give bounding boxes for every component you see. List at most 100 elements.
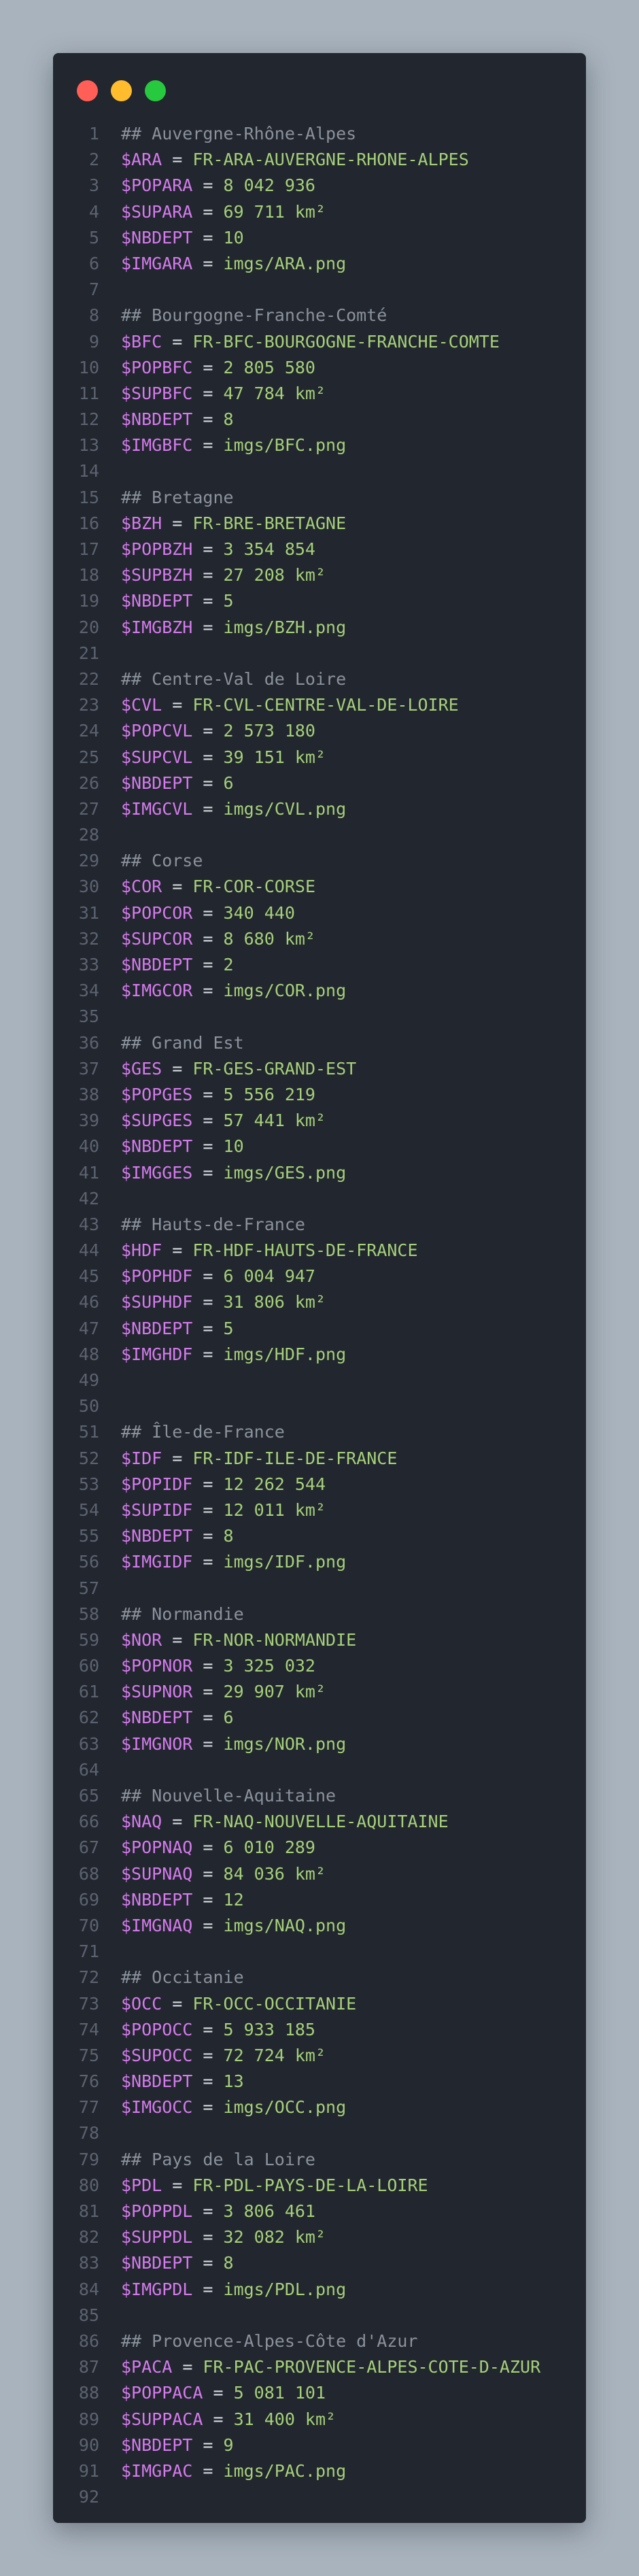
code-line[interactable]: 55 $NBDEPT = 8: [53, 1523, 586, 1549]
code-line[interactable]: 15 ## Bretagne: [53, 485, 586, 511]
code-line[interactable]: 87 $PACA = FR-PAC-PROVENCE-ALPES-COTE-D-A…: [53, 2354, 586, 2380]
code-line[interactable]: 84 $IMGPDL = imgs/PDL.png: [53, 2277, 586, 2303]
code-line[interactable]: 12 $NBDEPT = 8: [53, 407, 586, 433]
code-line[interactable]: 89 $SUPPACA = 31 400 km²: [53, 2407, 586, 2433]
code-line[interactable]: 58 ## Normandie: [53, 1601, 586, 1627]
code-line[interactable]: 19 $NBDEPT = 5: [53, 588, 586, 614]
code-line[interactable]: 88 $POPPACA = 5 081 101: [53, 2380, 586, 2406]
code-line[interactable]: 83 $NBDEPT = 8: [53, 2250, 586, 2276]
code-line[interactable]: 13 $IMGBFC = imgs/BFC.png: [53, 433, 586, 458]
code-line[interactable]: 79 ## Pays de la Loire: [53, 2147, 586, 2173]
code-line[interactable]: 70 $IMGNAQ = imgs/NAQ.png: [53, 1913, 586, 1939]
code-line[interactable]: 50: [53, 1393, 586, 1419]
code-line[interactable]: 63 $IMGNOR = imgs/NOR.png: [53, 1731, 586, 1757]
code-line[interactable]: 32 $SUPCOR = 8 680 km²: [53, 926, 586, 952]
code-line[interactable]: 10 $POPBFC = 2 805 580: [53, 355, 586, 381]
code-line[interactable]: 37 $GES = FR-GES-GRAND-EST: [53, 1056, 586, 1082]
code-line[interactable]: 77 $IMGOCC = imgs/OCC.png: [53, 2095, 586, 2120]
minimize-window-button[interactable]: [111, 80, 132, 101]
code-line[interactable]: 66 $NAQ = FR-NAQ-NOUVELLE-AQUITAINE: [53, 1809, 586, 1835]
code-line[interactable]: 30 $COR = FR-COR-CORSE: [53, 874, 586, 900]
code-line[interactable]: 40 $NBDEPT = 10: [53, 1134, 586, 1159]
code-line[interactable]: 17 $POPBZH = 3 354 854: [53, 537, 586, 562]
code-line[interactable]: 75 $SUPOCC = 72 724 km²: [53, 2043, 586, 2069]
code-line[interactable]: 38 $POPGES = 5 556 219: [53, 1082, 586, 1108]
code-line[interactable]: 45 $POPHDF = 6 004 947: [53, 1264, 586, 1289]
code-line[interactable]: 86 ## Provence-Alpes-Côte d'Azur: [53, 2328, 586, 2354]
code-line[interactable]: 48 $IMGHDF = imgs/HDF.png: [53, 1342, 586, 1368]
code-line[interactable]: 34 $IMGCOR = imgs/COR.png: [53, 978, 586, 1004]
code-line[interactable]: 35: [53, 1004, 586, 1030]
code-line[interactable]: 8 ## Bourgogne-Franche-Comté: [53, 303, 586, 328]
code-line[interactable]: 31 $POPCOR = 340 440: [53, 900, 586, 926]
code-line[interactable]: 54 $SUPIDF = 12 011 km²: [53, 1497, 586, 1523]
code-line[interactable]: 71: [53, 1939, 586, 1965]
code-line[interactable]: 53 $POPIDF = 12 262 544: [53, 1472, 586, 1497]
code-line[interactable]: 91 $IMGPAC = imgs/PAC.png: [53, 2458, 586, 2484]
code-line[interactable]: 80 $PDL = FR-PDL-PAYS-DE-LA-LOIRE: [53, 2173, 586, 2199]
code-line[interactable]: 3 $POPARA = 8 042 936: [53, 173, 586, 199]
code-line[interactable]: 56 $IMGIDF = imgs/IDF.png: [53, 1549, 586, 1575]
code-line[interactable]: 90 $NBDEPT = 9: [53, 2433, 586, 2458]
code-line[interactable]: 7: [53, 277, 586, 303]
code-line[interactable]: 47 $NBDEPT = 5: [53, 1316, 586, 1342]
code-line[interactable]: 41 $IMGGES = imgs/GES.png: [53, 1160, 586, 1186]
code-line[interactable]: 33 $NBDEPT = 2: [53, 952, 586, 978]
code-line[interactable]: 6 $IMGARA = imgs/ARA.png: [53, 251, 586, 277]
code-line[interactable]: 81 $POPPDL = 3 806 461: [53, 2199, 586, 2224]
maximize-window-button[interactable]: [145, 80, 166, 101]
code-line[interactable]: 39 $SUPGES = 57 441 km²: [53, 1108, 586, 1134]
code-line[interactable]: 29 ## Corse: [53, 848, 586, 874]
code-line[interactable]: 44 $HDF = FR-HDF-HAUTS-DE-FRANCE: [53, 1238, 586, 1264]
code-line[interactable]: 16 $BZH = FR-BRE-BRETAGNE: [53, 511, 586, 537]
code-line[interactable]: 59 $NOR = FR-NOR-NORMANDIE: [53, 1627, 586, 1653]
assignment-operator: =: [192, 1474, 224, 1494]
code-line[interactable]: 27 $IMGCVL = imgs/CVL.png: [53, 796, 586, 822]
code-line[interactable]: 20 $IMGBZH = imgs/BZH.png: [53, 615, 586, 641]
code-line[interactable]: 76 $NBDEPT = 13: [53, 2069, 586, 2095]
code-line[interactable]: 61 $SUPNOR = 29 907 km²: [53, 1679, 586, 1705]
code-line[interactable]: 64: [53, 1757, 586, 1783]
code-line[interactable]: 14: [53, 458, 586, 484]
code-line[interactable]: 9 $BFC = FR-BFC-BOURGOGNE-FRANCHE-COMTE: [53, 329, 586, 355]
code-line[interactable]: 69 $NBDEPT = 12: [53, 1887, 586, 1913]
code-line[interactable]: 74 $POPOCC = 5 933 185: [53, 2017, 586, 2043]
line-number: 21: [78, 643, 99, 663]
assignment-operator: =: [162, 1058, 193, 1079]
code-line[interactable]: 5 $NBDEPT = 10: [53, 225, 586, 251]
code-line[interactable]: 57: [53, 1576, 586, 1601]
code-line[interactable]: 36 ## Grand Est: [53, 1030, 586, 1056]
code-line[interactable]: 92: [53, 2484, 586, 2510]
code-line[interactable]: 52 $IDF = FR-IDF-ILE-DE-FRANCE: [53, 1446, 586, 1472]
code-line[interactable]: 1 ## Auvergne-Rhône-Alpes: [53, 121, 586, 147]
code-line[interactable]: 2 $ARA = FR-ARA-AUVERGNE-RHONE-ALPES: [53, 147, 586, 173]
code-line[interactable]: 82 $SUPPDL = 32 082 km²: [53, 2224, 586, 2250]
code-line[interactable]: 24 $POPCVL = 2 573 180: [53, 718, 586, 744]
code-line[interactable]: 60 $POPNOR = 3 325 032: [53, 1653, 586, 1679]
code-line[interactable]: 28: [53, 822, 586, 848]
code-line[interactable]: 49: [53, 1368, 586, 1393]
code-line[interactable]: 85: [53, 2303, 586, 2328]
line-number: 74: [78, 2019, 99, 2039]
code-line[interactable]: 25 $SUPCVL = 39 151 km²: [53, 745, 586, 770]
code-line[interactable]: 62 $NBDEPT = 6: [53, 1705, 586, 1731]
code-area[interactable]: 1 ## Auvergne-Rhône-Alpes 2 $ARA = FR-ARA-A…: [53, 121, 586, 2510]
code-line[interactable]: 18 $SUPBZH = 27 208 km²: [53, 562, 586, 588]
code-line[interactable]: 65 ## Nouvelle-Aquitaine: [53, 1783, 586, 1809]
code-line[interactable]: 23 $CVL = FR-CVL-CENTRE-VAL-DE-LOIRE: [53, 692, 586, 718]
close-window-button[interactable]: [77, 80, 98, 101]
code-line[interactable]: 26 $NBDEPT = 6: [53, 770, 586, 796]
code-line[interactable]: 11 $SUPBFC = 47 784 km²: [53, 381, 586, 407]
code-line[interactable]: 21: [53, 641, 586, 666]
code-line[interactable]: 68 $SUPNAQ = 84 036 km²: [53, 1861, 586, 1887]
code-line[interactable]: 78: [53, 2120, 586, 2146]
code-line[interactable]: 4 $SUPARA = 69 711 km²: [53, 199, 586, 225]
code-line[interactable]: 42: [53, 1186, 586, 1212]
code-line[interactable]: 43 ## Hauts-de-France: [53, 1212, 586, 1238]
code-line[interactable]: 51 ## Île-de-France: [53, 1419, 586, 1445]
code-line[interactable]: 73 $OCC = FR-OCC-OCCITANIE: [53, 1991, 586, 2017]
code-line[interactable]: 46 $SUPHDF = 31 806 km²: [53, 1289, 586, 1315]
code-line[interactable]: 67 $POPNAQ = 6 010 289: [53, 1835, 586, 1861]
code-line[interactable]: 22 ## Centre-Val de Loire: [53, 666, 586, 692]
code-line[interactable]: 72 ## Occitanie: [53, 1965, 586, 1990]
